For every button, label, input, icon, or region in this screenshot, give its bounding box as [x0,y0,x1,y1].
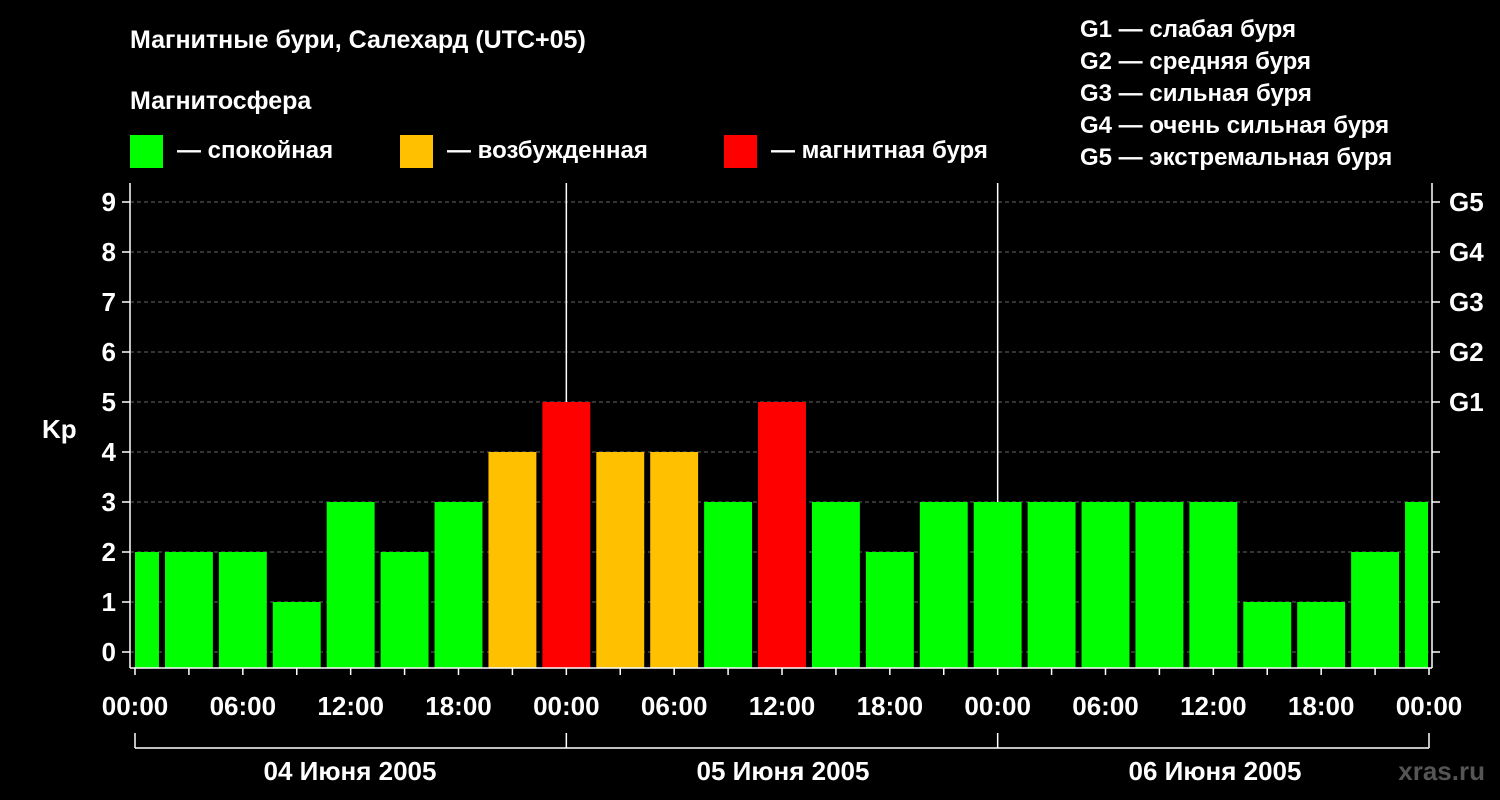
x-tick-label: 06:00 [210,691,277,721]
bar [919,502,968,668]
legend-label-storm: — магнитная буря [771,137,988,164]
bar [1297,602,1346,668]
y-tick-label: 8 [102,237,116,267]
bar [1243,602,1292,668]
y-tick-label: 1 [102,587,116,617]
date-label-day-3: 06 Июня 2005 [1129,756,1302,786]
bar [973,502,1022,668]
date-label-day-2: 05 Июня 2005 [697,756,870,786]
bar [1027,502,1076,668]
x-tick-label: 12:00 [749,691,816,721]
x-tick-label: 00:00 [533,691,600,721]
y-tick-label: 9 [102,187,116,217]
x-tick-label: 00:00 [1396,691,1463,721]
y-tick-label: 4 [102,437,117,467]
legend-swatch-storm [724,135,757,168]
x-tick-label: 06:00 [641,691,708,721]
g-scale-item-g5: G5 — экстремальная буря [1080,144,1392,171]
bar [758,402,806,668]
g-scale-item-g1: G1 — слабая буря [1080,16,1296,43]
bar [704,502,753,668]
bar [596,452,645,668]
bar [135,552,159,668]
x-tick-label: 12:00 [317,691,384,721]
bar [1405,502,1428,668]
bar [650,452,699,668]
bar [1081,502,1130,668]
bar [488,452,537,668]
y-tick-label: 2 [102,537,116,567]
x-tick-label: 06:00 [1072,691,1139,721]
bar [380,552,429,668]
g-scale-item-g3: G3 — сильная буря [1080,80,1312,107]
y-axis-label: Kp [42,414,77,444]
g-scale-item-g2: G2 — средняя буря [1080,48,1311,75]
bar [1189,502,1238,668]
x-tick-label: 18:00 [1288,691,1355,721]
kp-chart: Магнитные бури, Салехард (UTC+05) Магнит… [42,16,1485,786]
bar [1351,552,1400,668]
bar [1135,502,1184,668]
bar [811,502,860,668]
bar [164,552,213,668]
legend-label-quiet: — спокойная [177,137,333,164]
bar [272,602,321,668]
bar [865,552,914,668]
bar [434,502,483,668]
x-tick-label: 12:00 [1180,691,1247,721]
watermark: xras.ru [1398,756,1485,786]
chart-title: Магнитные бури, Салехард (UTC+05) [130,26,586,54]
bar [326,502,375,668]
legend-swatch-quiet [130,135,163,168]
x-tick-label: 00:00 [102,691,169,721]
y-tick-label: 5 [102,387,116,417]
legend-label-unsettled: — возбужденная [447,137,648,164]
y-tick-label: 3 [102,487,116,517]
bar [218,552,267,668]
g-scale-item-g4: G4 — очень сильная буря [1080,112,1389,139]
g-tick-label: G4 [1449,237,1484,267]
bar-layer [135,402,1428,668]
g-tick-label: G3 [1449,287,1484,317]
y-tick-label: 6 [102,337,116,367]
y-tick-label: 7 [102,287,116,317]
x-tick-label: 18:00 [857,691,924,721]
bar [542,402,591,668]
g-tick-label: G1 [1449,387,1484,417]
g-tick-label: G5 [1449,187,1484,217]
g-tick-label: G2 [1449,337,1484,367]
x-tick-label: 00:00 [964,691,1031,721]
legend-header: Магнитосфера [130,87,312,115]
y-tick-label: 0 [102,637,116,667]
x-tick-label: 18:00 [425,691,492,721]
date-label-day-1: 04 Июня 2005 [264,756,437,786]
legend-swatch-unsettled [400,135,433,168]
